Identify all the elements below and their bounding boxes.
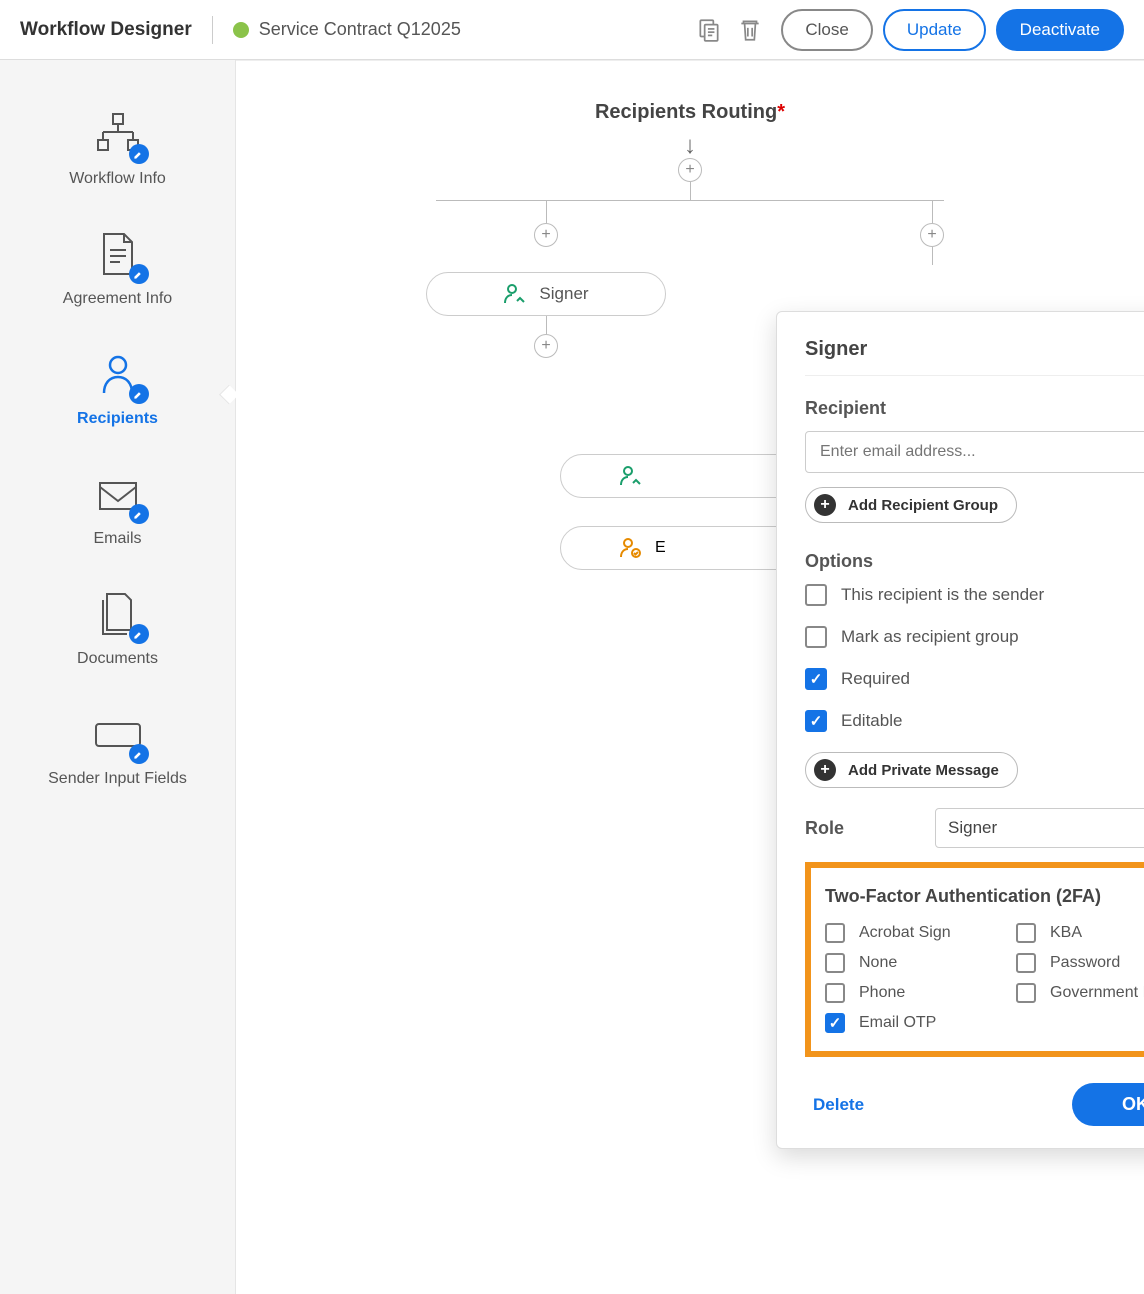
sidebar-item-label: Documents [77,650,158,668]
checkbox-required[interactable]: Required [805,668,1144,690]
checkbox-icon [805,710,827,732]
sidebar-item-emails[interactable]: Emails [0,456,235,576]
deactivate-button[interactable]: Deactivate [996,9,1124,51]
sidebar-item-label: Sender Input Fields [48,770,187,788]
sidebar-item-documents[interactable]: Documents [0,576,235,696]
checkbox-editable[interactable]: Editable [805,710,1144,732]
delete-button[interactable]: Delete [813,1095,864,1115]
tfa-password[interactable]: Password [1016,953,1144,973]
edit-badge-icon [129,624,149,644]
ok-button[interactable]: OK [1072,1083,1144,1126]
node-label: Signer [539,284,588,304]
checkbox-icon [805,584,827,606]
add-root-node-button[interactable]: + [678,158,702,182]
signer-icon [619,464,643,488]
role-select[interactable]: Signer ⌄ [935,808,1144,848]
checkbox-mark-group[interactable]: Mark as recipient group [805,626,1144,648]
add-node-button[interactable]: + [534,223,558,247]
edit-badge-icon [129,744,149,764]
sidebar-item-sender-input-fields[interactable]: Sender Input Fields [0,696,235,816]
sidebar-item-workflow-info[interactable]: Workflow Info [0,96,235,216]
required-mark: * [777,101,785,123]
checkbox-icon [805,626,827,648]
sidebar-item-label: Emails [93,530,141,548]
tfa-email-otp[interactable]: Email OTP [825,1013,996,1033]
email-input[interactable] [805,431,1144,473]
routing-title: Recipients Routing* [266,101,1114,124]
tfa-acrobat-sign[interactable]: Acrobat Sign [825,923,996,943]
sidebar-item-agreement-info[interactable]: Agreement Info [0,216,235,336]
tfa-none[interactable]: None [825,953,996,973]
workflow-name: Service Contract Q12025 [259,19,461,40]
plus-icon: + [814,759,836,781]
checkbox-is-sender[interactable]: This recipient is the sender [805,584,1144,606]
sidebar: Workflow Info Agreement Info Recipients … [0,60,236,1294]
recipient-section-label: Recipient [805,398,1144,419]
tfa-section: Two-Factor Authentication (2FA) Acrobat … [805,862,1144,1057]
edit-badge-icon [129,144,149,164]
workflow-canvas: Recipients Routing* ↓ + + Signer + [236,60,1144,1294]
role-label: Role [805,818,915,839]
add-node-button[interactable]: + [920,223,944,247]
app-title: Workflow Designer [20,19,192,41]
add-recipient-group-button[interactable]: + Add Recipient Group [805,487,1017,523]
node-label: E [655,539,666,557]
edit-badge-icon [129,504,149,524]
add-node-button[interactable]: + [534,334,558,358]
divider [212,16,213,44]
tfa-government-id[interactable]: Government ID [1016,983,1144,1003]
sidebar-item-label: Agreement Info [63,290,172,308]
edit-badge-icon [129,264,149,284]
tfa-title: Two-Factor Authentication (2FA) [825,886,1144,907]
close-button[interactable]: Close [781,9,872,51]
status-indicator-icon [233,22,249,38]
options-section-label: Options [805,551,1144,572]
tfa-phone[interactable]: Phone [825,983,996,1003]
sidebar-item-label: Recipients [77,410,158,428]
sidebar-item-recipients[interactable]: Recipients [0,336,235,456]
plus-icon: + [814,494,836,516]
signer-settings-popover: Signer Recipient + Add Recipient Group O… [776,311,1144,1149]
update-button[interactable]: Update [883,9,986,51]
tfa-kba[interactable]: KBA [1016,923,1144,943]
checkbox-icon [805,668,827,690]
sidebar-item-label: Workflow Info [69,170,166,188]
app-header: Workflow Designer Service Contract Q1202… [0,0,1144,60]
approver-icon [619,536,643,560]
popover-title: Signer [805,338,1144,361]
signer-icon [503,282,527,306]
signer-node[interactable]: Signer [426,272,666,316]
arrow-down-icon: ↓ [266,134,1114,158]
copy-icon[interactable] [696,17,722,43]
add-private-message-button[interactable]: + Add Private Message [805,752,1018,788]
trash-icon[interactable] [737,17,763,43]
edit-badge-icon [129,384,149,404]
